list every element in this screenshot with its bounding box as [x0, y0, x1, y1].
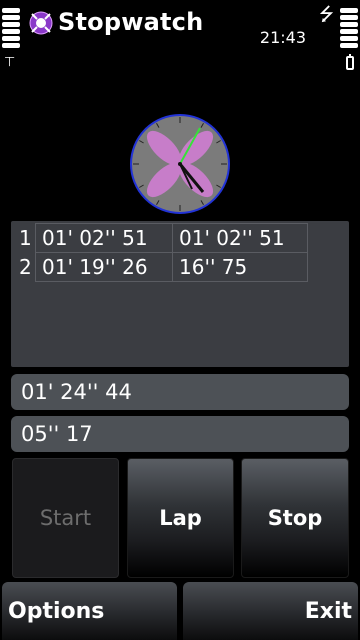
lap-row[interactable]: 2 01' 19'' 26 16'' 75 — [13, 252, 308, 282]
lap-split-time: 01' 02'' 51 — [35, 223, 173, 253]
lap-index: 1 — [19, 226, 32, 250]
lap-list[interactable]: 1 01' 02'' 51 01' 02'' 51 2 01' 19'' 26 … — [11, 221, 349, 367]
total-time-display: 01' 24'' 44 — [11, 374, 349, 410]
lap-split-time: 01' 19'' 26 — [35, 252, 173, 282]
exit-softkey[interactable]: Exit — [183, 582, 358, 640]
battery-icon — [346, 54, 354, 70]
lap-row[interactable]: 1 01' 02'' 51 01' 02'' 51 — [13, 223, 308, 253]
status-time: 21:43 — [259, 28, 306, 47]
analog-clock — [130, 114, 230, 214]
battery-level-icon — [340, 8, 358, 48]
lap-time: 16'' 75 — [172, 252, 308, 282]
usb-icon: ⭍ — [319, 4, 334, 25]
app-title: Stopwatch — [58, 8, 204, 36]
start-button[interactable]: Start — [12, 458, 119, 578]
lap-index: 2 — [19, 255, 32, 279]
lap-button[interactable]: Lap — [127, 458, 234, 578]
stopwatch-app-icon — [29, 11, 53, 35]
clock-center — [178, 162, 182, 166]
current-lap-display: 05'' 17 — [11, 416, 349, 452]
lap-table: 1 01' 02'' 51 01' 02'' 51 2 01' 19'' 26 … — [13, 223, 308, 282]
antenna-icon: ⊤ — [4, 55, 16, 70]
lap-time: 01' 02'' 51 — [172, 223, 308, 253]
signal-strength-icon — [2, 8, 20, 48]
options-softkey[interactable]: Options — [2, 582, 177, 640]
stop-button[interactable]: Stop — [241, 458, 349, 578]
